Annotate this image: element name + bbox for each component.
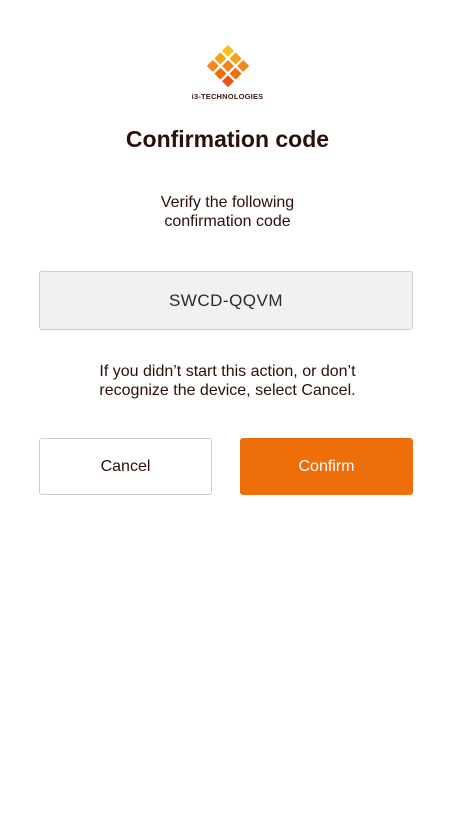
- notice-line-1: If you didn’t start this action, or don’…: [99, 363, 356, 380]
- brand-name: i3-TECHNOLOGIES: [191, 92, 264, 101]
- instruction-line-1: Verify the following: [160, 194, 295, 211]
- notice-line-2: recognize the device, select Cancel.: [99, 382, 356, 399]
- confirmation-code-display: SWCD-QQVM: [39, 271, 413, 330]
- instruction-text: Verify the following confirmation code: [0, 193, 455, 231]
- cancel-button[interactable]: Cancel: [39, 438, 212, 495]
- instruction-line-2: confirmation code: [164, 213, 291, 230]
- confirm-button[interactable]: Confirm: [240, 438, 413, 495]
- brand-logo: i3-TECHNOLOGIES: [0, 42, 455, 101]
- page-title: Confirmation code: [125, 126, 330, 152]
- cancel-notice: If you didn’t start this action, or don’…: [0, 362, 455, 400]
- i3-diamond-logo-icon: [206, 44, 249, 88]
